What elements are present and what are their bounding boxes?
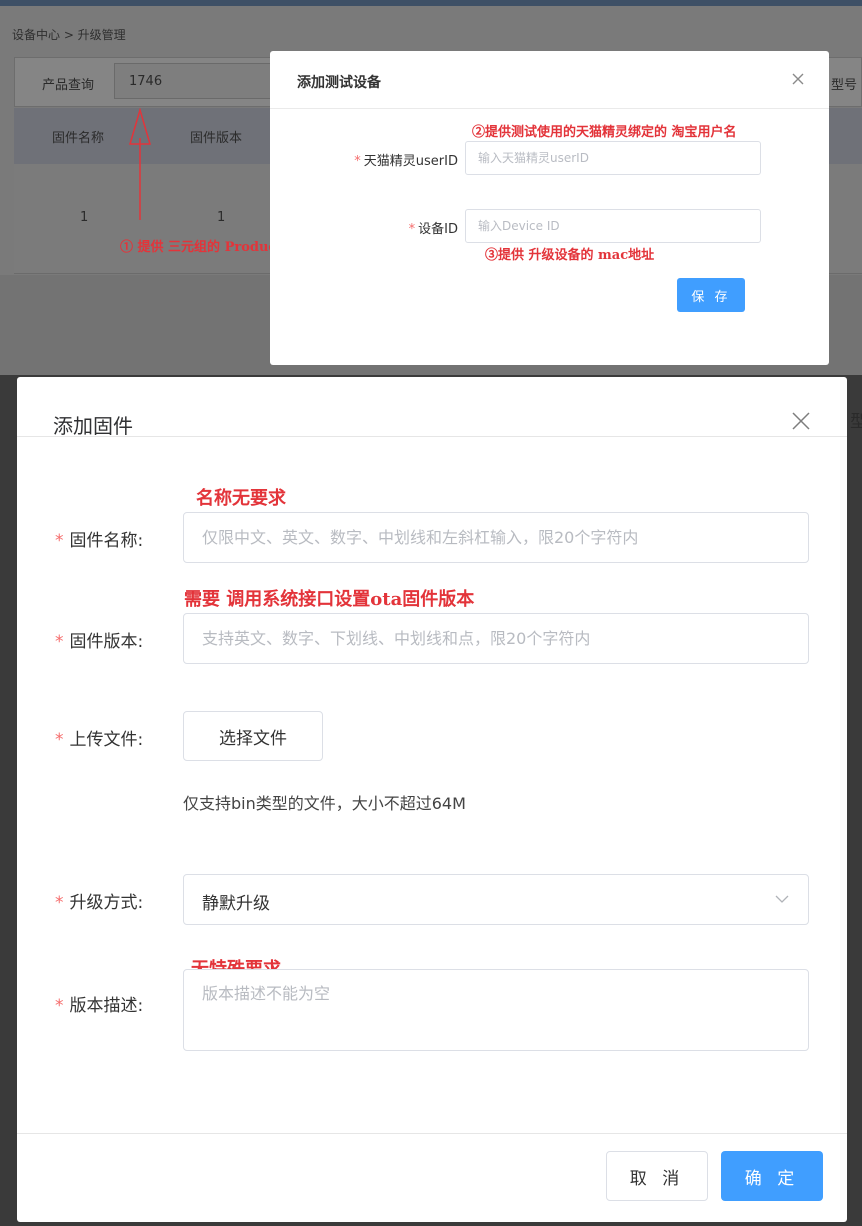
firmware-version-label: * 固件版本: — [55, 632, 144, 652]
model-label: 型号 — [831, 78, 858, 93]
upgrade-method-select[interactable]: 静默升级 — [183, 874, 809, 925]
background-model-label: 型 — [850, 412, 862, 432]
annotation-version: 需要 调用系统接口设置ota固件版本 — [184, 589, 475, 610]
firmware-version-label-text: 固件版本 — [69, 632, 138, 652]
upgrade-method-label: * 升级方式: — [55, 893, 144, 913]
version-desc-label: * 版本描述: — [55, 996, 144, 1016]
device-id-input[interactable] — [465, 209, 761, 243]
required-mark: * — [354, 154, 361, 169]
background-app: 设备中心 > 升级管理 产品查询 1746 型号 固件名称 固件版本 1 1 ①… — [0, 0, 862, 375]
required-mark: * — [55, 632, 64, 652]
firmware-name-input[interactable] — [183, 512, 809, 563]
upgrade-method-label-text: 升级方式 — [69, 893, 138, 913]
annotation-user-id: ②提供测试使用的天猫精灵绑定的 淘宝用户名 — [472, 125, 737, 140]
device-id-label: * 设备ID — [330, 218, 458, 237]
chevron-down-icon — [775, 895, 789, 903]
required-mark: * — [408, 222, 416, 237]
file-hint: 仅支持bin类型的文件，大小不超过64M — [183, 794, 466, 813]
required-mark: * — [55, 531, 64, 551]
column-header-firmware-name: 固件名称 — [52, 131, 105, 146]
dialog-title: 添加固件 — [53, 414, 133, 438]
upgrade-method-value: 静默升级 — [202, 894, 270, 914]
required-mark: * — [55, 730, 64, 750]
upload-file-label-text: 上传文件 — [69, 730, 138, 750]
top-bar — [0, 0, 862, 6]
close-icon[interactable] — [790, 410, 812, 432]
table-cell-name: 1 — [80, 210, 89, 225]
upload-file-label: * 上传文件: — [55, 730, 144, 750]
userid-label-text: 天猫精灵userID — [363, 154, 458, 169]
cancel-button[interactable]: 取 消 — [606, 1151, 708, 1201]
arrow-annotation — [128, 108, 152, 220]
dialog-header — [17, 377, 847, 437]
add-firmware-dialog: 添加固件 名称无要求 *固件名称: 需要 调用系统接口设置ota固件版本 *固件… — [17, 377, 847, 1222]
device-id-label-text: 设备ID — [418, 222, 458, 237]
close-icon[interactable] — [786, 67, 810, 91]
product-query-input[interactable]: 1746 — [114, 63, 282, 99]
required-mark: * — [55, 996, 64, 1016]
annotation-name: 名称无要求 — [196, 488, 286, 509]
column-header-firmware-version: 固件版本 — [190, 131, 243, 146]
firmware-name-label-text: 固件名称 — [69, 531, 138, 551]
version-desc-label-text: 版本描述 — [69, 996, 138, 1016]
annotation-device-id: ③提供 升级设备的 mac地址 — [485, 248, 655, 263]
add-test-device-dialog: 添加测试设备 ②提供测试使用的天猫精灵绑定的 淘宝用户名 * 天猫精灵userID… — [270, 51, 829, 365]
product-query-label: 产品查询 — [42, 78, 95, 93]
firmware-name-label: * 固件名称: — [55, 531, 144, 551]
confirm-button[interactable]: 确 定 — [721, 1151, 823, 1201]
dialog-title: 添加测试设备 — [297, 75, 381, 91]
breadcrumb: 设备中心 > 升级管理 — [12, 28, 126, 42]
table-cell-version: 1 — [217, 210, 226, 225]
dialog-header: 添加测试设备 — [270, 51, 829, 109]
userid-label: * 天猫精灵userID — [330, 150, 458, 169]
required-mark: * — [55, 893, 64, 913]
choose-file-button[interactable]: 选择文件 — [183, 711, 323, 761]
version-desc-textarea[interactable] — [183, 969, 809, 1051]
userid-input[interactable] — [465, 141, 761, 175]
save-button[interactable]: 保 存 — [677, 278, 745, 312]
firmware-version-input[interactable] — [183, 613, 809, 664]
